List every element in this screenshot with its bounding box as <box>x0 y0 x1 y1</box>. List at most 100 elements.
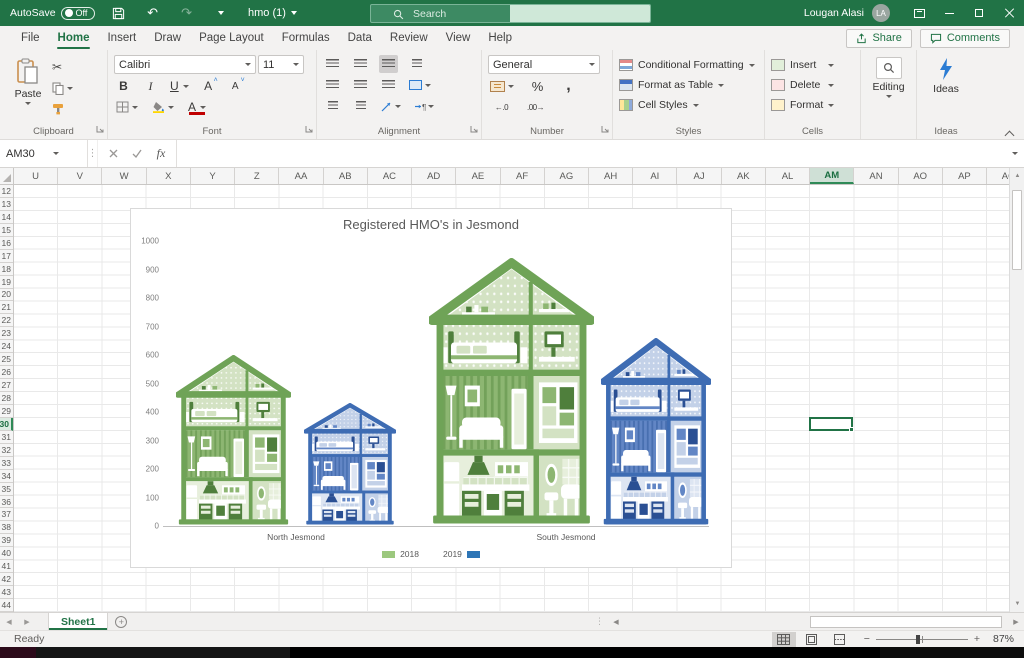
zoom-level[interactable]: 87% <box>986 633 1014 645</box>
scroll-up-button[interactable]: ▲ <box>1010 168 1024 184</box>
borders-button[interactable] <box>114 98 140 116</box>
top-align-button[interactable] <box>323 55 342 73</box>
tab-data[interactable]: Data <box>339 26 381 50</box>
expand-formula-bar-button[interactable] <box>1006 140 1024 167</box>
cell-styles-button[interactable]: Cell Styles <box>619 97 755 113</box>
bottom-align-button[interactable] <box>379 55 398 73</box>
increase-indent-button[interactable] <box>351 97 370 115</box>
tab-help[interactable]: Help <box>479 26 521 50</box>
slider-thumb[interactable] <box>916 635 920 644</box>
column-header-W[interactable]: W <box>102 168 146 184</box>
save-button[interactable] <box>109 4 129 22</box>
align-left-button[interactable] <box>323 76 342 94</box>
comma-style-button[interactable]: , <box>559 77 578 95</box>
format-cells-button[interactable]: Format <box>771 97 834 113</box>
house-pictogram-2019-north-jesmond[interactable] <box>304 403 396 526</box>
house-pictogram-2018-north-jesmond[interactable] <box>176 355 291 526</box>
chart-legend[interactable]: 20182019 <box>131 549 731 559</box>
new-sheet-button[interactable]: + <box>108 616 134 628</box>
percent-style-button[interactable]: % <box>528 77 547 95</box>
user-name[interactable]: Lougan Alasi <box>804 7 864 19</box>
scroll-down-button[interactable]: ▼ <box>1010 596 1024 612</box>
next-sheet-button[interactable]: ▶ <box>18 618 36 626</box>
zoom-in-button[interactable]: + <box>974 633 980 645</box>
column-header-AC[interactable]: AC <box>368 168 412 184</box>
row-header-15[interactable]: 15 <box>0 224 13 237</box>
align-center-button[interactable] <box>351 76 370 94</box>
column-header-AP[interactable]: AP <box>943 168 987 184</box>
column-header-AQ[interactable]: AQ <box>987 168 1009 184</box>
column-header-AK[interactable]: AK <box>722 168 766 184</box>
insert-function-button[interactable]: fx <box>150 144 172 164</box>
document-title[interactable]: hmo (1) <box>248 0 297 26</box>
collapse-ribbon-button[interactable] <box>1006 129 1014 134</box>
quick-access-customize-button[interactable] <box>211 4 231 22</box>
tab-formulas[interactable]: Formulas <box>273 26 339 50</box>
tab-draw[interactable]: Draw <box>145 26 190 50</box>
column-header-X[interactable]: X <box>147 168 191 184</box>
copy-button[interactable] <box>52 80 73 96</box>
column-header-AI[interactable]: AI <box>633 168 677 184</box>
search-box[interactable]: Search <box>370 4 651 23</box>
row-header-18[interactable]: 18 <box>0 263 13 276</box>
close-button[interactable] <box>994 0 1024 26</box>
decrease-indent-button[interactable] <box>323 97 342 115</box>
row-header-33[interactable]: 33 <box>0 457 13 470</box>
tab-file[interactable]: File <box>12 26 49 50</box>
clipboard-dialog-launcher[interactable] <box>96 124 104 136</box>
selected-cell[interactable] <box>809 417 853 431</box>
comments-button[interactable]: Comments <box>920 29 1010 48</box>
row-header-26[interactable]: 26 <box>0 366 13 379</box>
font-color-button[interactable]: A <box>186 98 208 116</box>
row-header-29[interactable]: 29 <box>0 405 13 418</box>
column-header-AH[interactable]: AH <box>589 168 633 184</box>
find-select-box[interactable] <box>876 57 902 79</box>
alignment-dialog-launcher[interactable] <box>470 124 478 136</box>
accounting-format-button[interactable] <box>488 77 516 95</box>
column-header-Z[interactable]: Z <box>235 168 279 184</box>
bold-button[interactable]: B <box>114 77 133 95</box>
text-direction-button[interactable]: ¶ <box>412 97 436 115</box>
row-header-35[interactable]: 35 <box>0 483 13 496</box>
cancel-entry-button[interactable] <box>102 144 124 164</box>
row-header-22[interactable]: 22 <box>0 314 13 327</box>
fill-color-button[interactable] <box>150 98 176 116</box>
autosave-pill[interactable]: Off <box>61 7 95 20</box>
minimize-button[interactable] <box>934 0 964 26</box>
tab-review[interactable]: Review <box>381 26 437 50</box>
row-header-39[interactable]: 39 <box>0 534 13 547</box>
row-header-23[interactable]: 23 <box>0 327 13 340</box>
sheet-tab-sheet1[interactable]: Sheet1 <box>48 613 108 630</box>
row-header-14[interactable]: 14 <box>0 211 13 224</box>
column-header-AL[interactable]: AL <box>766 168 810 184</box>
column-header-AF[interactable]: AF <box>501 168 545 184</box>
row-header-32[interactable]: 32 <box>0 444 13 457</box>
row-header-30[interactable]: 30 <box>0 418 13 431</box>
row-header-24[interactable]: 24 <box>0 340 13 353</box>
undo-button[interactable]: ↶ <box>143 4 163 22</box>
page-layout-view-button[interactable] <box>800 632 824 647</box>
house-pictogram-2019-south-jesmond[interactable] <box>601 338 711 526</box>
editing-button[interactable]: Editing <box>867 55 910 124</box>
decrease-decimal-button[interactable]: .00→ <box>525 98 546 116</box>
delete-cells-button[interactable]: Delete <box>771 77 834 93</box>
font-name-select[interactable]: Calibri <box>114 55 256 74</box>
redo-button[interactable]: ↷ <box>177 4 197 22</box>
format-as-table-button[interactable]: Format as Table <box>619 77 755 93</box>
row-header-25[interactable]: 25 <box>0 353 13 366</box>
vertical-scroll-thumb[interactable] <box>1012 190 1022 270</box>
middle-align-button[interactable] <box>351 55 370 73</box>
row-header-13[interactable]: 13 <box>0 198 13 211</box>
merge-center-button[interactable] <box>407 76 433 94</box>
increase-font-button[interactable]: A˄ <box>199 77 218 95</box>
row-header-44[interactable]: 44 <box>0 599 13 612</box>
tab-home[interactable]: Home <box>49 26 99 50</box>
ideas-button[interactable]: Ideas <box>923 55 969 124</box>
formula-input[interactable] <box>177 140 1006 167</box>
prev-sheet-button[interactable]: ◀ <box>0 618 18 626</box>
column-header-AB[interactable]: AB <box>324 168 368 184</box>
paste-button[interactable]: Paste <box>6 55 50 124</box>
column-header-U[interactable]: U <box>14 168 58 184</box>
row-header-19[interactable]: 19 <box>0 276 13 289</box>
increase-decimal-button[interactable]: ←.0 <box>492 98 511 116</box>
